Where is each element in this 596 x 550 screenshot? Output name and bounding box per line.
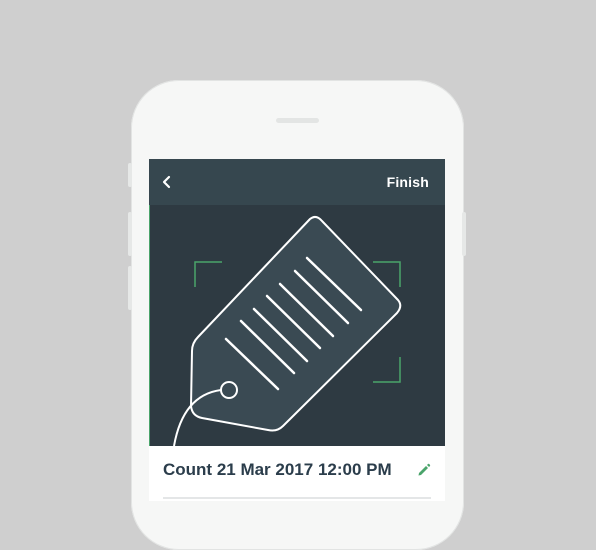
phone-volume-up — [128, 212, 132, 256]
pencil-icon[interactable] — [417, 463, 431, 477]
phone-speaker — [276, 118, 319, 123]
finish-button[interactable]: Finish — [387, 174, 429, 190]
scan-area — [149, 205, 445, 446]
phone-mute-switch — [128, 163, 132, 187]
viewfinder-corner-top-left — [194, 261, 222, 287]
scan-illustration — [173, 215, 402, 446]
viewfinder-corner-bottom-right — [373, 357, 401, 383]
count-title: Count 21 Mar 2017 12:00 PM — [163, 460, 392, 479]
phone-power-button — [462, 212, 466, 256]
chevron-left-icon[interactable] — [158, 172, 176, 192]
app-screen: Finish Count 21 Mar 2017 12:00 PM — [149, 159, 445, 501]
divider — [163, 497, 431, 499]
price-tag-icon — [173, 215, 402, 446]
phone-volume-down — [128, 266, 132, 310]
top-bar: Finish — [149, 159, 445, 205]
count-header: Count 21 Mar 2017 12:00 PM — [149, 446, 445, 501]
